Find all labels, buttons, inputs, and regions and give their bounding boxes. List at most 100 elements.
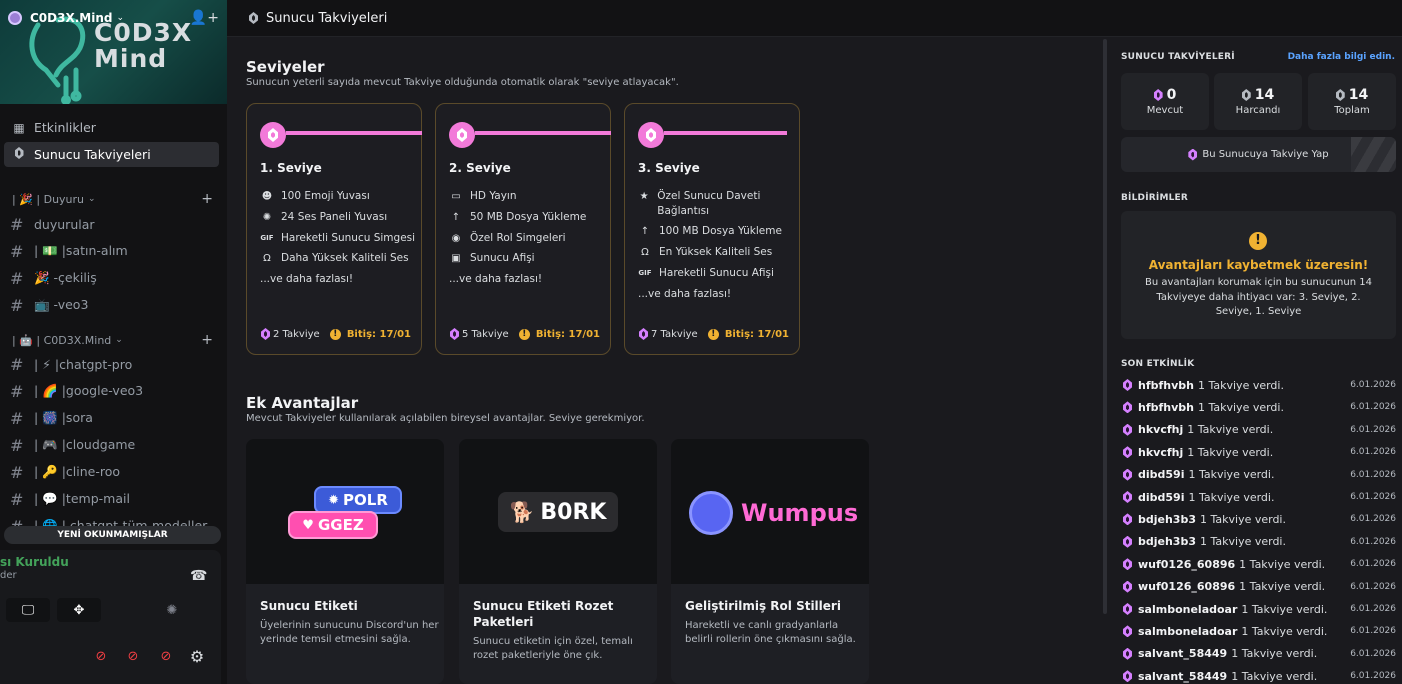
category-codex-mind[interactable]: | 🤖 | C0D3X.Mind ⌄ + (4, 330, 219, 350)
screen-icon: ▭ (451, 191, 461, 202)
mute-button[interactable]: ⊘ (120, 645, 146, 667)
activity-date: 6.01.2026 (1350, 469, 1396, 480)
soundboard-icon: ✺ (166, 602, 178, 618)
main-scrollbar[interactable] (1103, 39, 1107, 614)
boost-gem-icon (1123, 648, 1132, 660)
role-icon: ◉ (451, 233, 461, 244)
activity-user[interactable]: wuf0126_60896 (1138, 558, 1235, 571)
activity-user[interactable]: salvant_58449 (1138, 670, 1227, 683)
channel-item[interactable]: # | ⚡ |chatgpt-pro (4, 352, 219, 376)
tier-footer: 7 Takviye ! Bitiş: 17/01 (639, 328, 789, 340)
boosts-header: SUNUCU TAKVİYELERİ (1121, 52, 1235, 62)
camera-off-button[interactable]: ⊘ (88, 645, 114, 667)
activities-button[interactable]: ✥ (57, 598, 101, 622)
sidebar-item-events[interactable]: ▦ Etkinlikler (4, 115, 219, 140)
channel-item[interactable]: # | 💵 |satın-alım (4, 239, 219, 263)
activity-user[interactable]: hfbfhvbh (1138, 401, 1194, 414)
upload-icon: ↑ (640, 226, 650, 237)
warning-icon: ! (329, 328, 341, 340)
soundboard-button[interactable]: ✺ (150, 598, 194, 622)
activity-row: hkvcfhj 1 Takviye verdi. 6.01.2026 (1123, 420, 1398, 440)
channel-item[interactable]: # | 🔑 |cline-roo (4, 460, 219, 484)
channel-item[interactable]: # 🎉 -çekiliş (4, 266, 219, 290)
perk-item: Ω Daha Yüksek Kaliteli Ses (260, 251, 418, 266)
unread-messages-pill[interactable]: YENİ OKUNMAMIŞLAR (4, 526, 221, 544)
activity-user[interactable]: salmboneladoar (1138, 625, 1237, 638)
tier-progress-bar (286, 131, 422, 135)
tier-card-3: 3. Seviye ★ Özel Sunucu Daveti Bağlantısı… (624, 103, 800, 355)
tier-card-1: 1. Seviye ☻ 100 Emoji Yuvası ✺ 24 Ses Pane… (246, 103, 422, 355)
activity-user[interactable]: bdjeh3b3 (1138, 535, 1196, 548)
channel-item[interactable]: # | 🎮 |cloudgame (4, 433, 219, 457)
tier-name: 1. Seviye (260, 161, 322, 175)
perk-more: ...ve daha fazlası! (638, 288, 732, 300)
notification-body: Bu avantajları korumak için bu sunucunun… (1145, 277, 1372, 317)
activity-date: 6.01.2026 (1350, 447, 1396, 458)
hash-icon: # (10, 435, 24, 455)
chevron-down-icon: ⌄ (115, 335, 123, 345)
channel-item[interactable]: # 📺 -veo3 (4, 293, 219, 317)
boost-this-server-button[interactable]: Bu Sunucuya Takviye Yap (1121, 137, 1396, 172)
activity-user[interactable]: salvant_58449 (1138, 647, 1227, 660)
perk-card-role-styles[interactable]: Wumpus Geliştirilmiş Rol Stilleri Hareke… (671, 439, 869, 684)
activity-date: 6.01.2026 (1350, 380, 1396, 390)
disconnect-icon[interactable]: ☎ (190, 568, 207, 584)
activity-row: hkvcfhj 1 Takviye verdi. 6.01.2026 (1123, 442, 1398, 462)
add-channel-icon[interactable]: + (201, 191, 213, 207)
deafen-button[interactable]: ⊘ (153, 645, 179, 667)
notification-card: ! Avantajları kaybetmek üzeresin! Bu ava… (1121, 211, 1396, 339)
boost-gem-icon (1123, 536, 1132, 548)
voice-status-subtitle: der (0, 570, 17, 581)
server-header[interactable]: C0D3X.Mind ⌄ 👤+ (0, 0, 227, 36)
channel-item[interactable]: # duyurular (4, 212, 219, 236)
perk-item: ◉ Özel Rol Simgeleri (449, 231, 607, 246)
hash-icon: # (10, 381, 24, 401)
invite-people-icon[interactable]: 👤+ (190, 10, 219, 26)
boost-gem-icon (12, 147, 26, 162)
activity-date: 6.01.2026 (1350, 604, 1396, 614)
activity-user[interactable]: salmboneladoar (1138, 603, 1237, 616)
hash-icon: # (10, 241, 24, 261)
activity-action: 1 Takviye verdi. (1197, 400, 1284, 414)
learn-more-link[interactable]: Daha fazla bilgi edin. (1288, 52, 1395, 62)
activity-user[interactable]: wuf0126_60896 (1138, 580, 1235, 593)
activity-user[interactable]: hfbfhvbh (1138, 379, 1194, 392)
boost-gem-icon (1336, 89, 1345, 101)
screen-share-button[interactable]: 🖵 (6, 598, 50, 622)
activity-user[interactable]: dibd59i (1138, 491, 1184, 504)
boost-gem-icon (249, 12, 258, 24)
activity-date: 6.01.2026 (1350, 536, 1396, 547)
add-channel-icon[interactable]: + (201, 332, 213, 348)
voice-status-title: sı Kuruldu (0, 555, 69, 569)
perk-item: GIF Hareketli Sunucu Afişi (638, 267, 774, 279)
star-icon: ★ (639, 191, 649, 202)
channel-item[interactable]: # | 🌈 |google-veo3 (4, 379, 219, 403)
category-duyuru[interactable]: | 🎉 | Duyuru ⌄ + (4, 189, 219, 209)
activity-user[interactable]: hkvcfhj (1138, 446, 1183, 459)
gear-icon[interactable]: ⚙ (186, 645, 208, 667)
activity-date: 6.01.2026 (1350, 424, 1396, 435)
category-label: | 🤖 | C0D3X.Mind (12, 333, 112, 347)
server-icon (8, 11, 22, 25)
tier-card-2: 2. Seviye ▭ HD Yayın ↑ 50 MB Dosya Yükleme… (435, 103, 611, 355)
activity-date: 6.01.2026 (1350, 671, 1396, 682)
channel-item[interactable]: # | 💬 |temp-mail (4, 487, 219, 511)
activity-action: 1 Takviye verdi. (1187, 445, 1274, 459)
perk-more: ...ve daha fazlası! (260, 273, 354, 285)
sidebar-item-server-boosts[interactable]: Sunucu Takviyeleri (4, 142, 219, 167)
perk-card-server-tag[interactable]: ✹ POLR ♥ GGEZ Sunucu Etiketi Üyelerinin su… (246, 439, 444, 684)
activity-user[interactable]: dibd59i (1138, 468, 1184, 481)
heart-badge-icon: ♥ (302, 517, 314, 533)
activity-user[interactable]: bdjeh3b3 (1138, 513, 1196, 526)
activity-user[interactable]: hkvcfhj (1138, 423, 1183, 436)
channel-item[interactable]: # | 🎆 |sora (4, 406, 219, 430)
boost-gem-icon (1123, 670, 1132, 682)
perk-card-tag-badge-packs[interactable]: 🐕 B0RK Sunucu Etiketi Rozet Paketleri Sun… (459, 439, 657, 684)
headphones-icon: Ω (263, 253, 271, 264)
headphones-icon: Ω (641, 247, 649, 258)
boost-gem-icon (1123, 491, 1132, 503)
stat-total: 14 Toplam (1308, 73, 1396, 130)
channel-name: duyurular (34, 216, 95, 232)
activity-action: 1 Takviye verdi. (1241, 624, 1328, 638)
boost-gem-icon (1123, 581, 1132, 593)
